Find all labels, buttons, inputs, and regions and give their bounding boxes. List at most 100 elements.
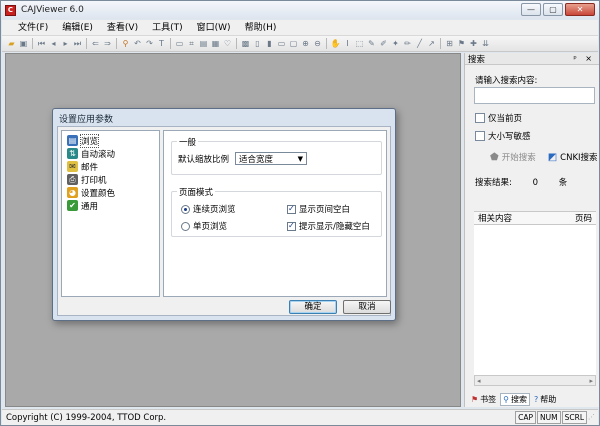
pin-icon[interactable]: ✚ [468,38,479,49]
toolbar-separator [236,38,237,49]
settings-dialog: 设置应用参数 ▤ 浏览 ⇅ 自动滚动 ✉ 邮件 ⎙ 打印机 ◕ 设置颜色 ✔ 通… [52,108,396,321]
fit-width-icon[interactable]: ▭ [276,38,287,49]
search-panel-title: 搜索 [468,54,486,65]
redo-icon[interactable]: ↷ [144,38,155,49]
panel-pin-close-icon[interactable]: ᵖ × [573,54,595,63]
menu-window[interactable]: 窗口(W) [189,20,237,36]
tree-item-autoscroll[interactable]: ⇅ 自动滚动 [62,147,159,160]
line-icon[interactable]: ╱ [414,38,425,49]
mail-icon: ✉ [67,161,78,172]
tree-item-mail[interactable]: ✉ 邮件 [62,160,159,173]
toggle-blank-option[interactable]: 提示显示/隐藏空白 [287,220,370,232]
page-mode-group-title: 页面模式 [177,186,216,198]
tree-item-browse[interactable]: ▤ 浏览 [62,133,159,148]
crop-icon[interactable]: ⌗ [186,38,197,49]
forward-icon[interactable]: ⇒ [102,38,113,49]
ok-button[interactable]: 确定 [289,300,337,314]
tree-item-printer[interactable]: ⎙ 打印机 [62,173,159,186]
hand-icon[interactable]: ✋ [330,38,341,49]
single-page-option[interactable]: 单页浏览 [181,220,227,232]
case-sensitive-option[interactable]: 大小写敏感 [475,130,531,142]
results-list[interactable] [474,225,596,375]
grid-icon[interactable]: ▦ [210,38,221,49]
results-label: 搜索结果: [475,178,512,188]
arrow-icon[interactable]: ↗ [426,38,437,49]
continuous-page-radio[interactable] [181,204,190,214]
zoom-out-icon[interactable]: ⊖ [312,38,323,49]
bookmark-icon[interactable]: ⚑ [456,38,467,49]
rect-select-icon[interactable]: ⬚ [354,38,365,49]
horizontal-scrollbar[interactable]: ◂ ▸ [474,375,596,386]
select-text-icon[interactable]: T [156,38,167,49]
toggle-blank-checkbox[interactable] [287,221,296,231]
single-page-icon[interactable]: ▯ [252,38,263,49]
pen-icon[interactable]: ✏ [402,38,413,49]
menu-view[interactable]: 查看(V) [99,20,144,36]
scroll-left-icon[interactable]: ◂ [477,377,481,385]
autoscroll-icon: ⇅ [67,148,78,159]
only-current-page-option[interactable]: 仅当前页 [475,112,522,124]
search-tab-icon: ⚲ [503,394,510,404]
continuous-page-label: 连续页浏览 [193,205,236,215]
tree-item-colors[interactable]: ◕ 设置颜色 [62,186,159,199]
application-window: C CAJViewer 6.0 — ▢ ✕ 文件(F) 编辑(E) 查看(V) … [0,0,600,426]
tab-help[interactable]: ? 帮助 [532,394,558,405]
maximize-button[interactable]: ▢ [543,3,563,16]
save-icon[interactable]: ▣ [18,38,29,49]
menu-edit[interactable]: 编辑(E) [54,20,99,36]
highlight-icon[interactable]: ✎ [366,38,377,49]
default-zoom-select[interactable]: 适合宽度 ▼ [235,152,307,165]
case-sensitive-checkbox[interactable] [475,131,485,141]
back-icon[interactable]: ⇐ [90,38,101,49]
scroll-right-icon[interactable]: ▸ [589,377,593,385]
find-icon[interactable]: ⚲ [120,38,131,49]
menu-help[interactable]: 帮助(H) [237,20,283,36]
more-icon[interactable]: ⇊ [480,38,491,49]
continuous-page-option[interactable]: 连续页浏览 [181,203,236,215]
image-icon[interactable]: ▩ [240,38,251,49]
menu-tools[interactable]: 工具(T) [144,20,189,36]
previous-page-icon[interactable]: ◂ [48,38,59,49]
page-icon[interactable]: ▭ [174,38,185,49]
window-title: CAJViewer 6.0 [21,5,84,15]
cnki-search-button[interactable]: ◩ CNKI搜索 [548,151,598,164]
annotation-icon[interactable]: ✐ [378,38,389,49]
continuous-page-icon[interactable]: ▮ [264,38,275,49]
show-blank-checkbox[interactable] [287,204,296,214]
fit-page-icon[interactable]: ▢ [288,38,299,49]
last-page-icon[interactable]: ⏭ [72,38,83,49]
help-tab-icon: ? [534,394,539,404]
open-folder-icon[interactable]: ▰ [6,38,17,49]
next-page-icon[interactable]: ▸ [60,38,71,49]
layout-icon[interactable]: ▤ [198,38,209,49]
heart-icon[interactable]: ♡ [222,38,233,49]
close-button[interactable]: ✕ [565,3,595,16]
search-prompt-label: 请输入搜索内容: [475,76,538,86]
cancel-button[interactable]: 取消 [343,300,391,314]
menu-file[interactable]: 文件(F) [2,20,54,36]
zoom-in-icon[interactable]: ⊕ [300,38,311,49]
start-search-button[interactable]: ⬟ 开始搜索 [490,151,536,164]
column-content[interactable]: 相关内容 [478,212,512,224]
text-select-icon[interactable]: I [342,38,353,49]
show-blank-option[interactable]: 显示页间空白 [287,203,350,215]
palette-icon: ◕ [67,187,78,198]
search-panel-header: 搜索 ᵖ × [465,53,599,65]
resize-grip-icon[interactable]: ⋰ [588,413,596,423]
undo-icon[interactable]: ↶ [132,38,143,49]
only-current-page-checkbox[interactable] [475,113,485,123]
search-input[interactable] [474,87,595,104]
results-count: 0 [532,178,538,188]
single-page-radio[interactable] [181,221,190,231]
column-page[interactable]: 页码 [575,212,592,224]
toolbar-separator [170,38,171,49]
tree-item-general[interactable]: ✔ 通用 [62,199,159,212]
only-current-page-label: 仅当前页 [488,114,523,124]
minimize-button[interactable]: — [521,3,541,16]
toolbar-separator [86,38,87,49]
first-page-icon[interactable]: ⏮ [36,38,47,49]
stamp-icon[interactable]: ✦ [390,38,401,49]
tab-search[interactable]: ⚲ 搜索 [500,392,531,406]
ruler-icon[interactable]: ⊞ [444,38,455,49]
tab-bookmarks[interactable]: ⚑ 书签 [469,394,498,405]
